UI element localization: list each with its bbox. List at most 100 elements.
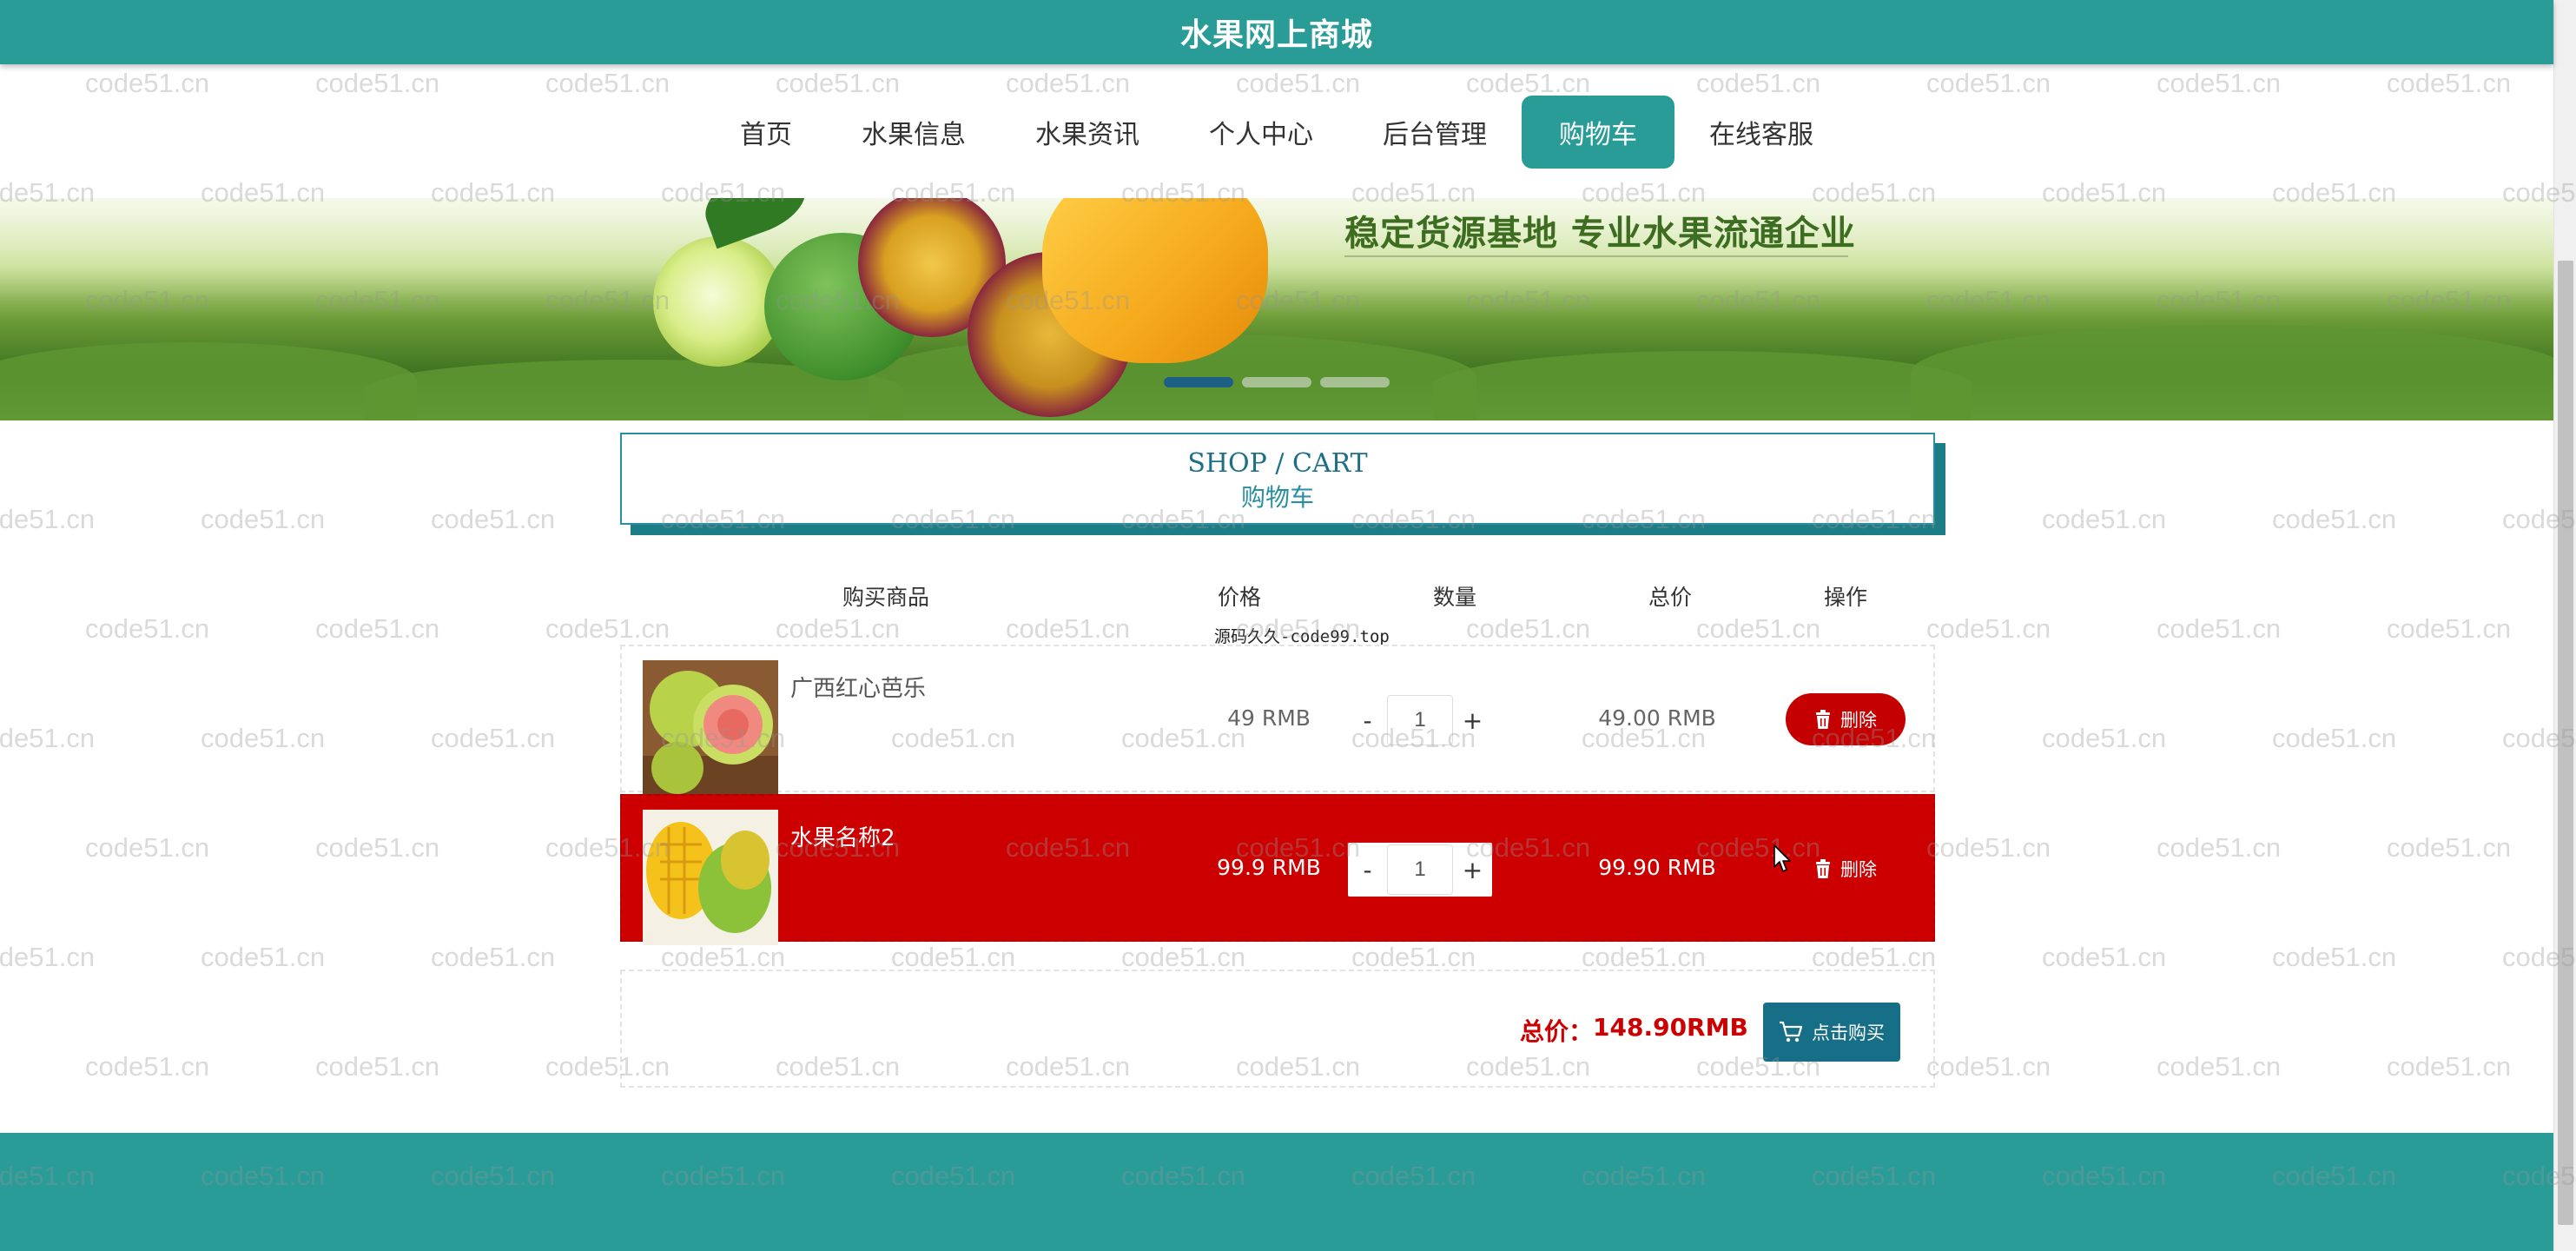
watermark-text: code51.cn bbox=[1926, 1051, 2051, 1082]
section-title-cn: 购物车 bbox=[1240, 483, 1314, 512]
watermark-text: code51.cn bbox=[85, 1051, 210, 1082]
watermark-text: code51.cn bbox=[776, 613, 901, 644]
delete-label: 删除 bbox=[1840, 860, 1877, 880]
watermark-text: code51.cn bbox=[2272, 942, 2397, 972]
trash-icon bbox=[1816, 710, 1830, 729]
carousel-dot[interactable] bbox=[1164, 377, 1233, 387]
source-watermark: 源码久久-code99.top bbox=[1214, 627, 1390, 646]
nav-item-fruit-info[interactable]: 水果信息 bbox=[827, 96, 1001, 169]
section-title-en: SHOP / CART bbox=[1187, 448, 1368, 479]
qty-increase-button[interactable]: + bbox=[1453, 843, 1492, 897]
product-price: 49 RMB bbox=[1227, 705, 1311, 731]
page: 水果网上商城 首页 水果信息 水果资讯 个人中心 后台管理 购物车 在线客服 稳… bbox=[0, 0, 2576, 1251]
grand-total-value: 148.90RMB bbox=[1593, 1013, 1748, 1042]
watermark-text: code51.cn bbox=[2157, 613, 2282, 644]
watermark-text: code51.cn bbox=[2387, 832, 2512, 863]
product-thumbnail[interactable] bbox=[643, 810, 778, 945]
watermark-text: code51.cn bbox=[0, 723, 96, 753]
watermark-text: code51.cn bbox=[85, 832, 210, 863]
nav-item-fruit-news[interactable]: 水果资讯 bbox=[1001, 96, 1174, 169]
watermark-text: code51.cn bbox=[2387, 1051, 2512, 1082]
carousel-dot[interactable] bbox=[1320, 377, 1390, 387]
grand-total-label: 总价： bbox=[1520, 1017, 1594, 1046]
watermark-text: code51.cn bbox=[0, 942, 96, 972]
qty-decrease-button[interactable]: - bbox=[1348, 693, 1387, 747]
delete-button[interactable]: 删除 bbox=[1786, 693, 1906, 745]
watermark-text: code51.cn bbox=[2157, 832, 2282, 863]
delete-label: 删除 bbox=[1840, 711, 1877, 731]
nav-item-cart[interactable]: 购物车 bbox=[1522, 96, 1674, 169]
qty-increase-button[interactable]: + bbox=[1453, 693, 1492, 747]
watermark-text: code51.cn bbox=[661, 942, 786, 972]
mouse-cursor-icon bbox=[1773, 844, 1791, 872]
delete-button[interactable]: 删除 bbox=[1786, 843, 1906, 895]
nav-item-admin[interactable]: 后台管理 bbox=[1348, 96, 1522, 169]
qty-decrease-button[interactable]: - bbox=[1348, 843, 1387, 897]
product-thumbnail[interactable] bbox=[643, 660, 778, 796]
quantity-stepper: - + bbox=[1348, 693, 1492, 747]
mango-image bbox=[643, 810, 778, 945]
banner-carousel[interactable]: 稳定货源基地 专业水果流通企业 bbox=[0, 198, 2553, 420]
watermark-text: code51.cn bbox=[431, 942, 556, 972]
row-total: 99.90 RMB bbox=[1598, 855, 1716, 880]
watermark-text: code51.cn bbox=[2272, 723, 2397, 753]
watermark-text: code51.cn bbox=[1812, 942, 1937, 972]
guava-image bbox=[643, 660, 778, 796]
banner-moss bbox=[0, 342, 417, 420]
quantity-stepper: - + bbox=[1348, 843, 1492, 897]
watermark-text: code51.cn bbox=[1006, 613, 1131, 644]
top-bar: 水果网上商城 bbox=[0, 0, 2553, 64]
banner-sky bbox=[0, 198, 2553, 302]
row-total: 49.00 RMB bbox=[1598, 705, 1716, 731]
buy-button[interactable]: 点击购买 bbox=[1763, 1003, 1900, 1062]
banner-moss bbox=[1911, 325, 2553, 420]
banner-caption: 稳定货源基地 专业水果流通企业 bbox=[1344, 214, 1856, 254]
watermark-text: code51.cn bbox=[431, 723, 556, 753]
page-scrollbar[interactable] bbox=[2553, 0, 2576, 1251]
watermark-text: code51.cn bbox=[1121, 942, 1246, 972]
watermark-text: code51.cn bbox=[2157, 1051, 2282, 1082]
watermark-text: code51.cn bbox=[201, 942, 326, 972]
product-price: 99.9 RMB bbox=[1217, 855, 1321, 880]
watermark-text: code51.cn bbox=[85, 613, 210, 644]
carousel-dot[interactable] bbox=[1242, 377, 1311, 387]
watermark-text: code51.cn bbox=[1582, 942, 1707, 972]
watermark-text: code51.cn bbox=[201, 723, 326, 753]
cart-summary: 总价： 148.90RMB 点击购买 bbox=[620, 970, 1935, 1088]
header-total: 总价 bbox=[1648, 585, 1693, 610]
qty-input[interactable] bbox=[1387, 695, 1453, 745]
watermark-text: code51.cn bbox=[431, 504, 556, 534]
watermark-text: code51.cn bbox=[1926, 613, 2051, 644]
header-quantity: 数量 bbox=[1433, 585, 1477, 610]
product-name[interactable]: 水果名称2 bbox=[790, 820, 895, 852]
cart-row-highlighted: 水果名称2 99.9 RMB - + 99.90 RMB 删除 bbox=[620, 794, 1935, 945]
watermark-text: code51.cn bbox=[545, 613, 670, 644]
nav-item-online-service[interactable]: 在线客服 bbox=[1674, 96, 1848, 169]
watermark-text: code51.cn bbox=[0, 504, 96, 534]
watermark-text: code51.cn bbox=[201, 504, 326, 534]
nav-item-home[interactable]: 首页 bbox=[705, 96, 827, 169]
buy-label: 点击购买 bbox=[1812, 1023, 1885, 1043]
watermark-text: code51.cn bbox=[1696, 613, 1821, 644]
footer bbox=[0, 1133, 2553, 1251]
scrollbar-thumb[interactable] bbox=[2558, 261, 2573, 1225]
watermark-text: code51.cn bbox=[2042, 723, 2167, 753]
watermark-text: code51.cn bbox=[1351, 942, 1476, 972]
cart-row: 广西红心芭乐 49 RMB - + 49.00 RMB 删除 bbox=[620, 645, 1935, 796]
watermark-text: code51.cn bbox=[1926, 832, 2051, 863]
carousel-dots bbox=[1164, 377, 1390, 387]
watermark-text: code51.cn bbox=[2042, 942, 2167, 972]
mango-image bbox=[1042, 198, 1268, 363]
watermark-text: code51.cn bbox=[2387, 613, 2512, 644]
watermark-text: code51.cn bbox=[2272, 504, 2397, 534]
nav-item-personal-center[interactable]: 个人中心 bbox=[1174, 96, 1348, 169]
product-name[interactable]: 广西红心芭乐 bbox=[790, 671, 926, 703]
watermark-text: code51.cn bbox=[2042, 504, 2167, 534]
section-header: SHOP / CART 购物车 bbox=[620, 433, 1935, 525]
banner-moss bbox=[1433, 351, 1972, 420]
watermark-text: code51.cn bbox=[891, 942, 1016, 972]
watermark-text: code51.cn bbox=[315, 1051, 440, 1082]
banner-caption-underline bbox=[1344, 255, 1848, 257]
site-title: 水果网上商城 bbox=[1179, 17, 1373, 53]
qty-input[interactable] bbox=[1387, 844, 1453, 895]
